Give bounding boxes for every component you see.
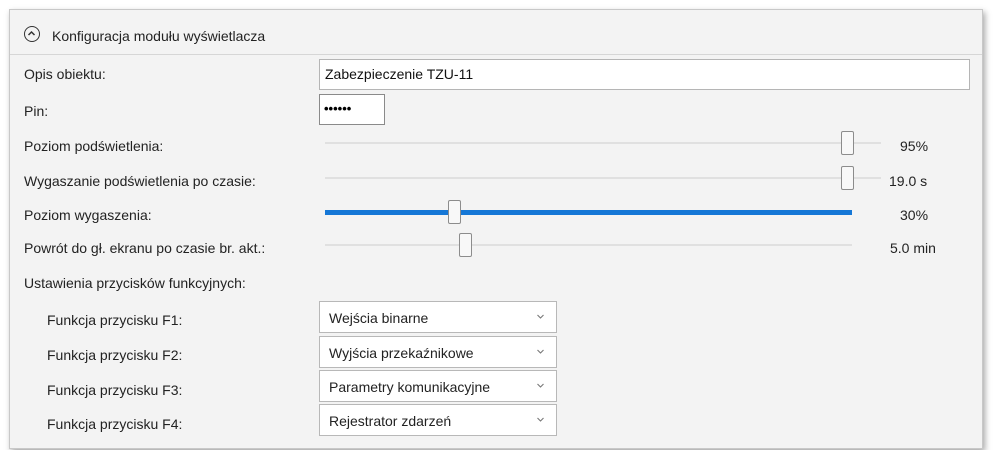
f3-function-select[interactable]: Parametry komunikacyjne bbox=[319, 370, 557, 402]
backlight-timeout-slider[interactable] bbox=[325, 165, 881, 191]
slider-thumb[interactable] bbox=[841, 131, 854, 155]
f1-function-select[interactable]: Wejścia binarne bbox=[319, 301, 557, 333]
dim-level-slider[interactable] bbox=[325, 199, 852, 225]
backlight-timeout-value: 19.0 s bbox=[889, 173, 928, 189]
f1-selected-value: Wejścia binarne bbox=[329, 310, 429, 326]
chevron-down-icon bbox=[537, 314, 544, 319]
slider-label-home-timeout: Powrót do gł. ekranu po czasie br. akt.: bbox=[24, 240, 266, 256]
chevron-down-icon bbox=[537, 417, 544, 422]
slider-label-dim-level: Poziom wygaszenia: bbox=[24, 207, 152, 223]
slider-label-backlight-timeout: Wygaszanie podświetlenia po czasie: bbox=[24, 173, 256, 189]
f1-label: Funkcja przycisku F1: bbox=[47, 312, 183, 328]
display-module-config-panel: Konfiguracja modułu wyświetlacza Opis ob… bbox=[9, 9, 983, 449]
home-screen-timeout-slider[interactable] bbox=[325, 232, 852, 258]
function-keys-heading: Ustawienia przycisków funkcyjnych: bbox=[24, 275, 246, 291]
f3-label: Funkcja przycisku F3: bbox=[47, 382, 183, 398]
backlight-level-slider[interactable] bbox=[325, 130, 881, 156]
chevron-down-icon bbox=[537, 383, 544, 388]
dim-level-value: 30% bbox=[900, 207, 929, 223]
description-label: Opis obiektu: bbox=[24, 66, 106, 82]
f4-function-select[interactable]: Rejestrator zdarzeń bbox=[319, 404, 557, 436]
f4-label: Funkcja przycisku F4: bbox=[47, 416, 183, 432]
home-screen-timeout-value: 5.0 min bbox=[890, 240, 936, 256]
section-title: Konfiguracja modułu wyświetlacza bbox=[52, 28, 266, 44]
collapse-chevron-up-icon[interactable] bbox=[24, 26, 40, 42]
backlight-level-value: 95% bbox=[900, 138, 929, 154]
f4-selected-value: Rejestrator zdarzeń bbox=[329, 413, 452, 429]
slider-thumb[interactable] bbox=[841, 166, 854, 190]
description-input[interactable]: Zabezpieczenie TZU-11 bbox=[319, 59, 970, 90]
slider-thumb[interactable] bbox=[459, 233, 472, 257]
slider-thumb[interactable] bbox=[448, 200, 461, 224]
f2-label: Funkcja przycisku F2: bbox=[47, 347, 183, 363]
pin-input[interactable]: •••••• bbox=[319, 94, 385, 125]
slider-label-backlight: Poziom podświetlenia: bbox=[24, 138, 164, 154]
f2-selected-value: Wyjścia przekaźnikowe bbox=[329, 345, 474, 361]
f3-selected-value: Parametry komunikacyjne bbox=[329, 379, 491, 395]
f2-function-select[interactable]: Wyjścia przekaźnikowe bbox=[319, 336, 557, 368]
chevron-down-icon bbox=[537, 349, 544, 354]
pin-label: Pin: bbox=[24, 103, 49, 119]
section-header: Konfiguracja modułu wyświetlacza bbox=[10, 10, 982, 55]
